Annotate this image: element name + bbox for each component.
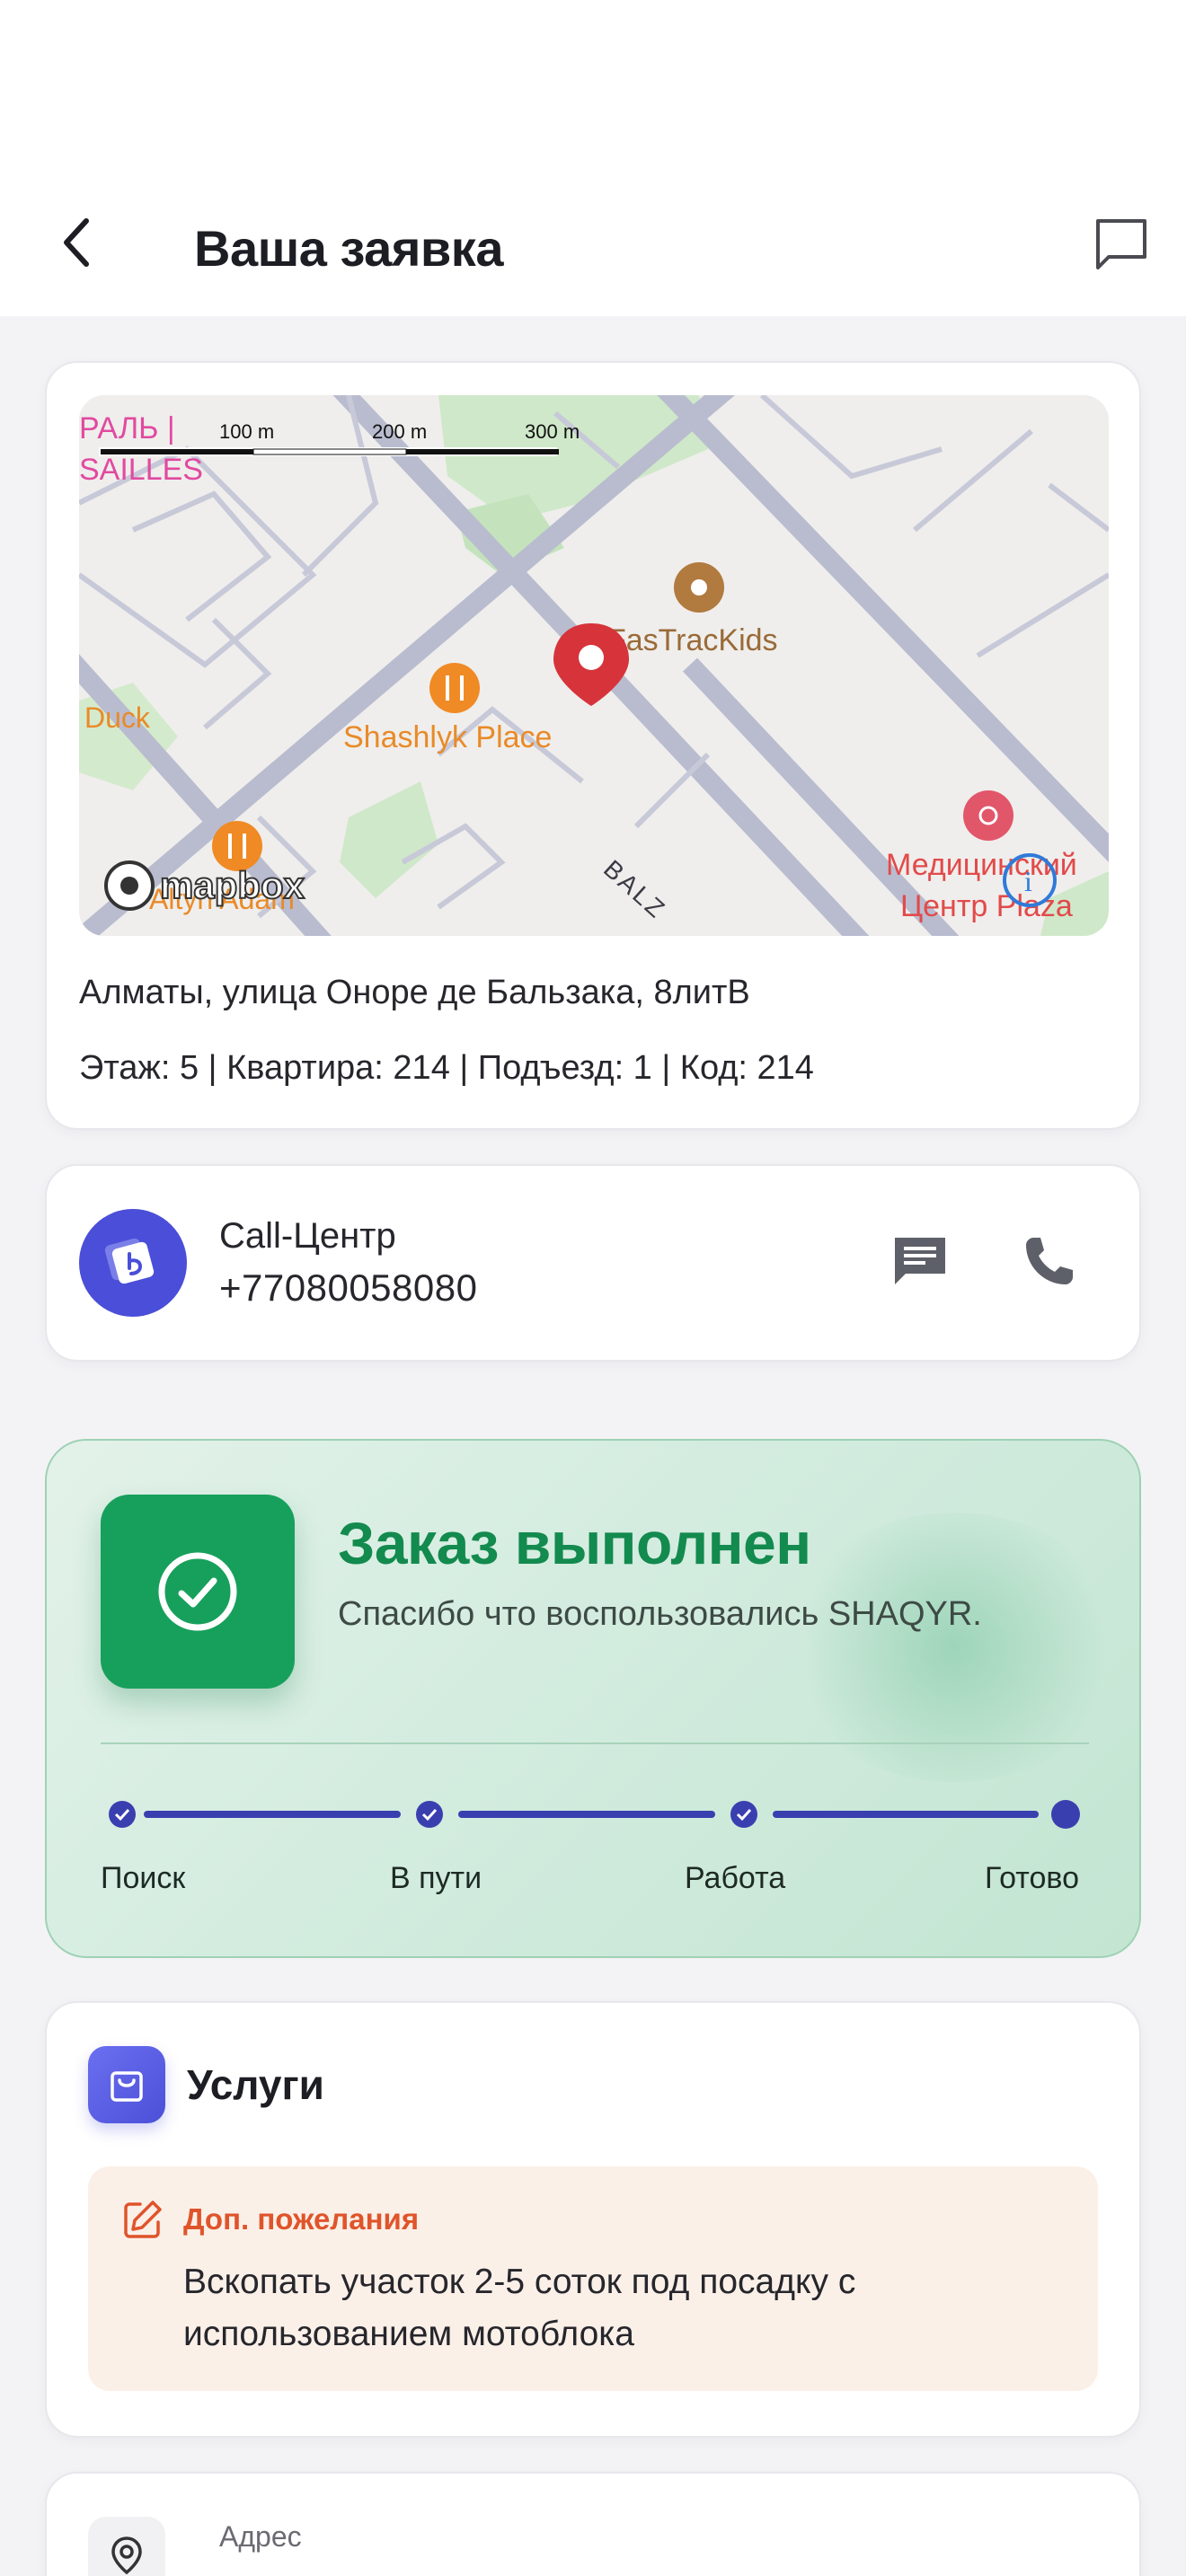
address-street: Алматы, улица Оноре де Бальзака, 8литВ: [79, 974, 750, 1011]
step-dot-onway: [416, 1801, 443, 1828]
status-check-tile: [101, 1495, 295, 1689]
step-dot-work: [730, 1801, 757, 1828]
fork-knife-icon: [429, 663, 480, 713]
step-label-search: Поиск: [101, 1861, 186, 1895]
poi-fastrackids: FasTracKids: [607, 623, 778, 657]
call-center-name: Call-Центр: [219, 1216, 396, 1256]
step-label-onway: В пути: [390, 1861, 482, 1895]
status-title: Заказ выполнен: [338, 1510, 811, 1576]
page-title: Ваша заявка: [194, 220, 503, 277]
scale-label-300: 300 m: [525, 420, 580, 443]
call-center-avatar: [79, 1209, 187, 1317]
medical-icon: [963, 790, 1013, 841]
progress-track: [109, 1800, 1080, 1829]
order-status-card: Заказ выполнен Спасибо что воспользовали…: [45, 1439, 1141, 1958]
extra-wishes-box: Доп. пожелания Вскопать участок 2-5 сото…: [88, 2166, 1098, 2391]
services-card: Услуги Доп. пожелания Вскопать участок 2…: [45, 2001, 1141, 2438]
services-title: Услуги: [187, 2061, 324, 2108]
edit-icon: [124, 2201, 162, 2238]
chat-button[interactable]: [1089, 212, 1154, 277]
scale-label-200: 200 m: [372, 420, 427, 443]
step-label-done: Готово: [985, 1861, 1079, 1895]
svg-text:i: i: [1024, 865, 1032, 897]
header: Ваша заявка: [0, 198, 1186, 296]
call-center-phone[interactable]: +77080058080: [219, 1266, 477, 1310]
address-details: Этаж: 5 | Квартира: 214 | Подъезд: 1 | К…: [79, 1049, 814, 1087]
extra-wishes-label: Доп. пожелания: [183, 2202, 420, 2236]
step-dot-search: [109, 1801, 136, 1828]
services-icon-tile: [88, 2046, 165, 2123]
call-button[interactable]: [1012, 1223, 1087, 1299]
svg-text:mapbox: mapbox: [160, 864, 305, 906]
status-divider: [101, 1742, 1089, 1744]
map-canvas: 100 m 200 m 300 m РАЛЬ | SAILLES Duck Sh…: [79, 395, 1109, 936]
status-glow: [783, 1513, 1125, 1782]
call-center-card: Call-Центр +77080058080: [45, 1164, 1141, 1362]
chevron-left-icon: [64, 218, 89, 267]
poi-versailles-2: SAILLES: [79, 453, 203, 487]
address-icon-tile: [88, 2517, 165, 2576]
scale-label-100: 100 m: [219, 420, 274, 443]
phone-icon: [1026, 1238, 1073, 1284]
map-view[interactable]: 100 m 200 m 300 m РАЛЬ | SAILLES Duck Sh…: [79, 395, 1109, 936]
shopping-bag-icon: [111, 2071, 143, 2102]
check-circle-icon: [158, 1552, 237, 1631]
message-icon: [895, 1238, 945, 1284]
chat-bubble-icon: [1096, 219, 1146, 269]
back-button[interactable]: [52, 214, 102, 271]
order-location-card: 100 m 200 m 300 m РАЛЬ | SAILLES Duck Sh…: [45, 361, 1141, 1130]
poi-shashlyk: Shashlyk Place: [343, 720, 552, 754]
address-card: Адрес: [45, 2472, 1141, 2576]
step-dot-done: [1051, 1800, 1080, 1829]
step-label-work: Работа: [685, 1861, 786, 1895]
poi-duck: Duck: [84, 701, 151, 734]
extra-wishes-text: Вскопать участок 2-5 соток под посадку с…: [183, 2263, 856, 2353]
status-subtitle: Спасибо что воспользовались SHAQYR.: [338, 1595, 982, 1633]
message-button[interactable]: [882, 1223, 958, 1299]
address-label: Адрес: [219, 2520, 302, 2553]
hand-pointer-icon: [104, 1238, 155, 1284]
map-pin-icon: [111, 2536, 142, 2575]
poi-med-2: Центр Plaza: [900, 889, 1073, 923]
mapbox-logo: mapbox: [104, 860, 306, 911]
poi-versailles-1: РАЛЬ |: [79, 411, 175, 446]
